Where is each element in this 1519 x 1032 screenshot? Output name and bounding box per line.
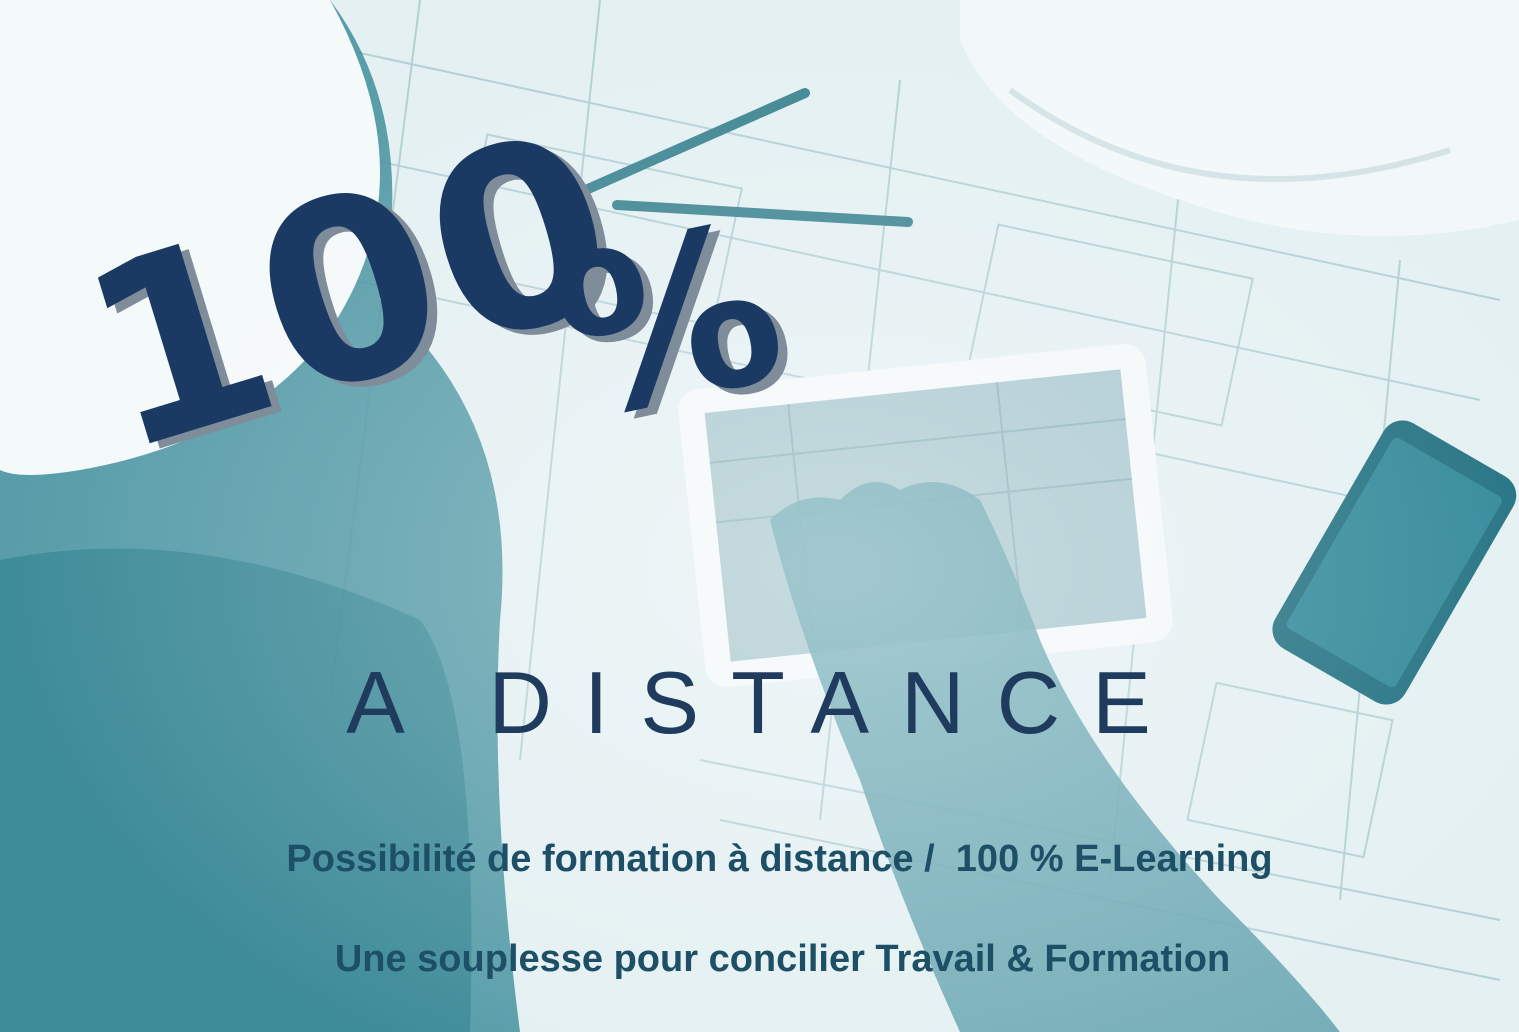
tagline-work-training-balance: Une souplesse pour concilier Travail & F… bbox=[334, 938, 1231, 980]
headline-percent: % bbox=[533, 174, 803, 471]
tagline-remote-training: Possibilité de formation à distance / 10… bbox=[286, 838, 1273, 880]
headline-subtitle: A DISTANCE bbox=[346, 653, 1183, 752]
